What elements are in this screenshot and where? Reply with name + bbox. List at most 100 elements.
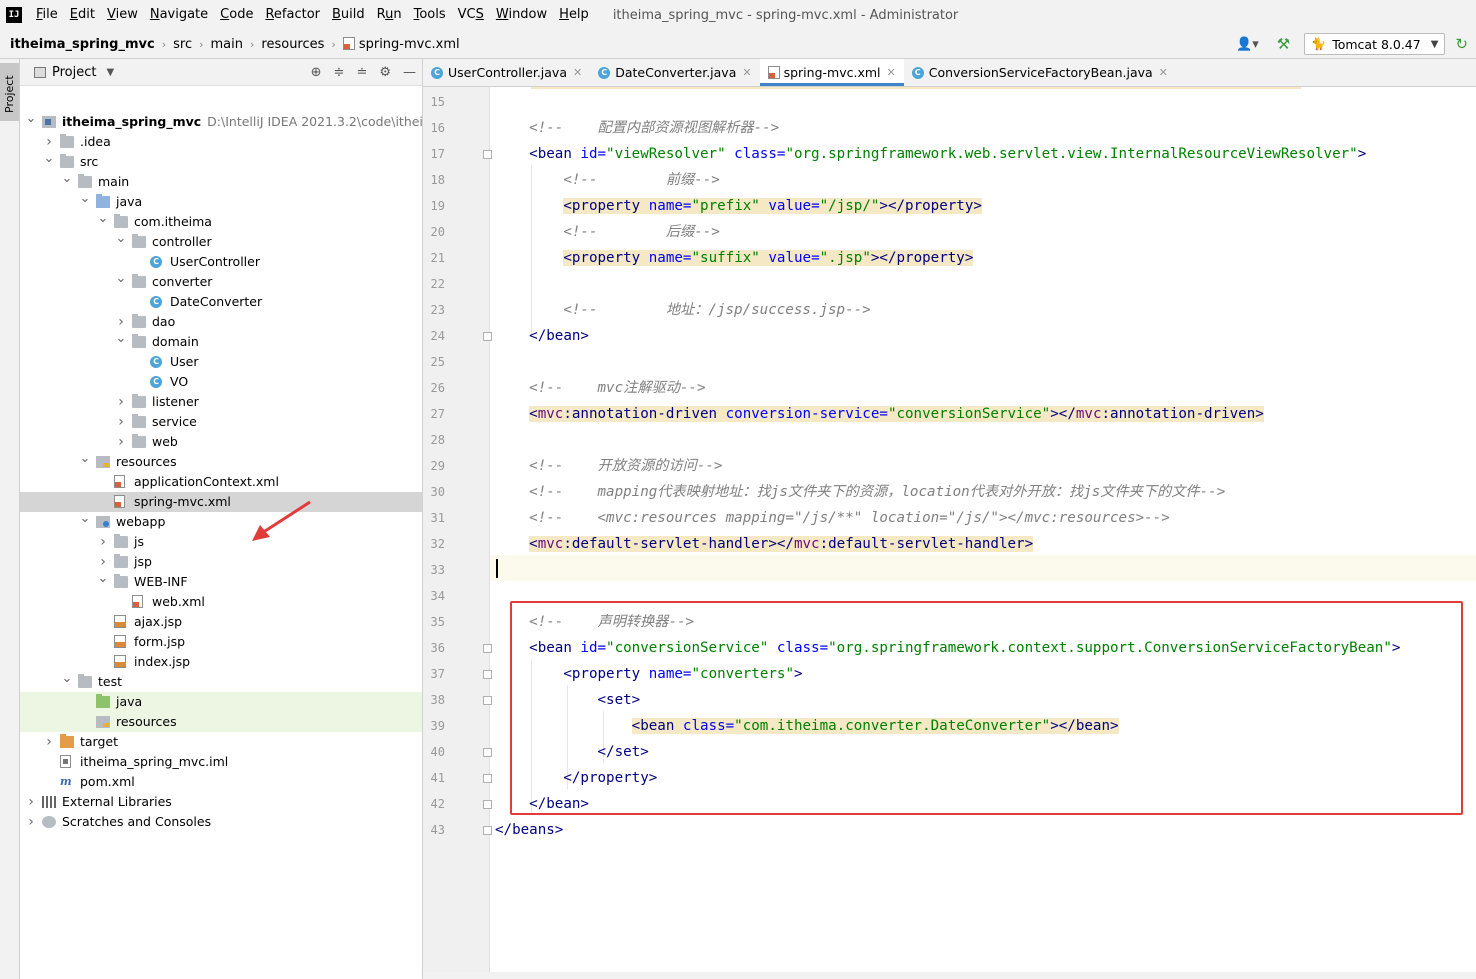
fold-marker-icon[interactable] — [483, 332, 492, 341]
menu-item[interactable]: View — [101, 0, 144, 30]
close-icon[interactable]: ✕ — [742, 66, 751, 79]
chevron-down-icon[interactable]: ⌄ — [115, 272, 127, 286]
chevron-down-icon[interactable]: ⌄ — [43, 152, 55, 166]
tree-item[interactable]: › service — [20, 412, 422, 432]
update-icon[interactable]: ↻ — [1455, 35, 1468, 53]
tree-item[interactable]: ⌄ webapp — [20, 512, 422, 532]
tree-item[interactable]: › Scratches and Consoles — [20, 812, 422, 832]
fold-marker-icon[interactable] — [483, 670, 492, 679]
tree-item[interactable]: ⌄ WEB-INF — [20, 572, 422, 592]
chevron-right-icon[interactable]: › — [115, 312, 127, 332]
menu-item[interactable]: Code — [214, 0, 259, 30]
tree-item[interactable]: web.xml — [20, 592, 422, 612]
horizontal-scrollbar[interactable] — [423, 972, 1476, 979]
menu-item[interactable]: Build — [326, 0, 371, 30]
tree-item[interactable]: itheima_spring_mvc.iml — [20, 752, 422, 772]
chevron-right-icon[interactable]: › — [43, 132, 55, 152]
editor-tab[interactable]: C UserController.java ✕ — [423, 59, 590, 86]
collapse-all-icon[interactable]: ≐ — [356, 65, 367, 80]
chevron-down-icon[interactable]: ⌄ — [25, 112, 37, 126]
tree-item[interactable]: C User — [20, 352, 422, 372]
tree-item[interactable]: › js — [20, 532, 422, 552]
close-icon[interactable]: ✕ — [1159, 66, 1168, 79]
chevron-right-icon[interactable]: › — [115, 392, 127, 412]
tree-item[interactable]: java — [20, 692, 422, 712]
tree-item[interactable]: ⌄ test — [20, 672, 422, 692]
tree-item[interactable]: ⌄ main — [20, 172, 422, 192]
menu-item[interactable]: VCS — [452, 0, 490, 30]
chevron-down-icon[interactable]: ⌄ — [97, 572, 109, 586]
chevron-right-icon[interactable]: › — [115, 432, 127, 452]
tree-item[interactable]: form.jsp — [20, 632, 422, 652]
project-panel-title[interactable]: Project — [52, 65, 96, 80]
tree-item[interactable]: › dao — [20, 312, 422, 332]
fold-marker-icon[interactable] — [483, 696, 492, 705]
tree-item[interactable]: ⌄ domain — [20, 332, 422, 352]
menu-item[interactable]: Navigate — [144, 0, 214, 30]
menu-item[interactable]: Tools — [408, 0, 452, 30]
chevron-down-icon[interactable]: ⌄ — [61, 672, 73, 686]
tree-item[interactable]: ⌄ resources — [20, 452, 422, 472]
chevron-down-icon[interactable]: ⌄ — [115, 332, 127, 346]
fold-marker-icon[interactable] — [483, 774, 492, 783]
editor-tab[interactable]: C ConversionServiceFactoryBean.java ✕ — [904, 59, 1176, 86]
chevron-down-icon[interactable]: ⌄ — [79, 452, 91, 466]
chevron-down-icon[interactable]: ⌄ — [115, 232, 127, 246]
tree-item[interactable]: ⌄ src — [20, 152, 422, 172]
chevron-down-icon[interactable]: ⌄ — [79, 512, 91, 526]
tree-item[interactable]: ⌄ itheima_spring_mvc D:\IntelliJ IDEA 2021… — [20, 112, 422, 132]
tree-item[interactable]: index.jsp — [20, 652, 422, 672]
close-icon[interactable]: ✕ — [573, 66, 582, 79]
fold-marker-icon[interactable] — [483, 150, 492, 159]
tree-item[interactable]: C VO — [20, 372, 422, 392]
tree-item[interactable]: › listener — [20, 392, 422, 412]
fold-marker-icon[interactable] — [483, 644, 492, 653]
breadcrumb-file[interactable]: spring-mvc.xml — [341, 36, 462, 52]
tree-item[interactable]: C UserController — [20, 252, 422, 272]
menu-item[interactable]: Refactor — [259, 0, 326, 30]
chevron-right-icon[interactable]: › — [25, 792, 37, 812]
tree-item[interactable]: ajax.jsp — [20, 612, 422, 632]
fold-marker-icon[interactable] — [483, 800, 492, 809]
chevron-down-icon[interactable]: ⌄ — [61, 172, 73, 186]
build-hammer-icon[interactable]: ⚒ — [1277, 35, 1290, 53]
expand-all-icon[interactable]: ≑ — [334, 65, 345, 80]
project-tool-tab[interactable]: Project — [0, 63, 19, 121]
editor-tab[interactable]: spring-mvc.xml ✕ — [759, 59, 904, 86]
breadcrumb-src[interactable]: src — [171, 37, 194, 52]
chevron-down-icon[interactable]: ⌄ — [97, 212, 109, 226]
user-icon[interactable]: 👤▾ — [1236, 37, 1259, 52]
tree-item[interactable]: › jsp — [20, 552, 422, 572]
breadcrumb-resources[interactable]: resources — [259, 37, 326, 52]
tree-item[interactable]: ⌄ controller — [20, 232, 422, 252]
chevron-down-icon[interactable]: ⌄ — [79, 192, 91, 206]
chevron-right-icon[interactable]: › — [43, 732, 55, 752]
tree-item[interactable]: › target — [20, 732, 422, 752]
menu-item[interactable]: Edit — [64, 0, 101, 30]
chevron-right-icon[interactable]: › — [115, 412, 127, 432]
breadcrumb-main[interactable]: main — [209, 37, 245, 52]
fold-marker-icon[interactable] — [483, 826, 492, 835]
code-editor[interactable]: 15 16 17 18 19 20 21 22 23 24 25 26 27 28 29 30 31 32 33 34… — [423, 87, 1476, 979]
tree-item[interactable]: › .idea — [20, 132, 422, 152]
tree-item[interactable]: › External Libraries — [20, 792, 422, 812]
tree-item[interactable]: C DateConverter — [20, 292, 422, 312]
tree-item[interactable]: spring-mvc.xml — [20, 492, 422, 512]
gear-icon[interactable]: ⚙ — [379, 65, 391, 80]
minimize-icon[interactable]: — — [403, 65, 416, 80]
tree-item[interactable]: ⌄ com.itheima — [20, 212, 422, 232]
chevron-right-icon[interactable]: › — [97, 532, 109, 552]
menu-item[interactable]: File — [30, 0, 64, 30]
chevron-down-icon[interactable]: ▼ — [106, 67, 114, 78]
locate-icon[interactable]: ⊕ — [311, 65, 322, 80]
tree-item[interactable]: applicationContext.xml — [20, 472, 422, 492]
tree-item[interactable]: m pom.xml — [20, 772, 422, 792]
close-icon[interactable]: ✕ — [887, 66, 896, 79]
editor-tab[interactable]: C DateConverter.java ✕ — [590, 59, 759, 86]
run-configuration-select[interactable]: 🐈 Tomcat 8.0.47 ▼ — [1304, 33, 1446, 55]
fold-marker-icon[interactable] — [483, 748, 492, 757]
menu-item[interactable]: Window — [490, 0, 553, 30]
menu-item[interactable]: Run — [371, 0, 408, 30]
tree-item[interactable]: › web — [20, 432, 422, 452]
menu-item[interactable]: Help — [553, 0, 595, 30]
